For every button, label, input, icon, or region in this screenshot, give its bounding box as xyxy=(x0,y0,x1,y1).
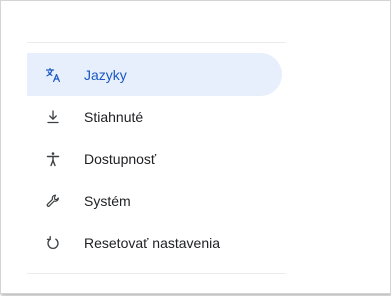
reset-icon xyxy=(45,235,61,251)
bottom-divider xyxy=(27,273,286,274)
menu-item-label: Systém xyxy=(84,192,131,209)
menu-item-system[interactable]: Systém xyxy=(27,179,282,222)
menu-item-label: Stiahnuté xyxy=(84,108,144,125)
accessibility-icon xyxy=(45,151,61,167)
menu-item-label: Resetovať nastavenia xyxy=(84,234,221,251)
translate-icon xyxy=(45,67,61,83)
menu-item-reset-settings[interactable]: Resetovať nastavenia xyxy=(27,221,282,264)
settings-menu-panel: Jazyky Stiahnuté Dostupnosť Systém Reset… xyxy=(0,0,391,294)
menu-item-languages[interactable]: Jazyky xyxy=(27,53,282,96)
top-divider xyxy=(27,42,286,43)
download-icon xyxy=(45,109,61,125)
wrench-icon xyxy=(45,193,61,209)
menu-item-label: Jazyky xyxy=(84,66,127,83)
menu-item-downloads[interactable]: Stiahnuté xyxy=(27,95,282,138)
menu-item-label: Dostupnosť xyxy=(84,150,157,167)
menu-item-accessibility[interactable]: Dostupnosť xyxy=(27,137,282,180)
